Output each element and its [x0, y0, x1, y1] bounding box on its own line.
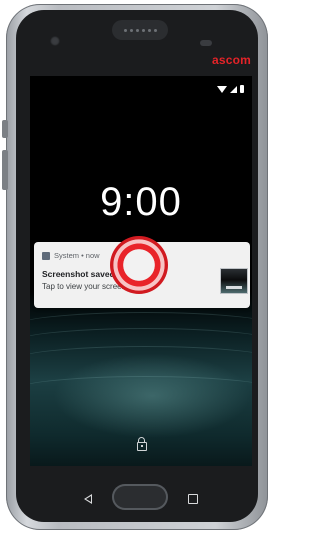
front-camera-icon	[50, 36, 60, 46]
earpiece-speaker	[112, 20, 168, 40]
status-bar	[217, 84, 244, 94]
notification-header: System • now	[42, 251, 100, 260]
wallpaper-wave	[30, 376, 252, 407]
notification-title: Screenshot saved	[42, 269, 115, 279]
volume-button[interactable]	[2, 150, 8, 190]
home-button[interactable]	[112, 484, 168, 510]
system-app-icon	[42, 251, 50, 260]
screenshot-thumbnail[interactable]	[220, 268, 248, 294]
tap-indicator	[110, 236, 168, 294]
proximity-sensor	[200, 40, 212, 46]
battery-icon	[240, 85, 244, 93]
cellular-signal-icon	[230, 85, 237, 93]
wifi-icon	[217, 85, 227, 93]
wallpaper-wave	[30, 346, 252, 377]
notification-app-label: System • now	[54, 251, 100, 260]
lock-screen-clock: 9:00	[100, 180, 182, 224]
side-button-top[interactable]	[2, 120, 8, 138]
recents-icon[interactable]	[188, 494, 198, 504]
back-icon[interactable]	[84, 494, 92, 504]
lock-icon[interactable]	[137, 437, 147, 451]
brand-logo: ascom	[212, 53, 252, 67]
